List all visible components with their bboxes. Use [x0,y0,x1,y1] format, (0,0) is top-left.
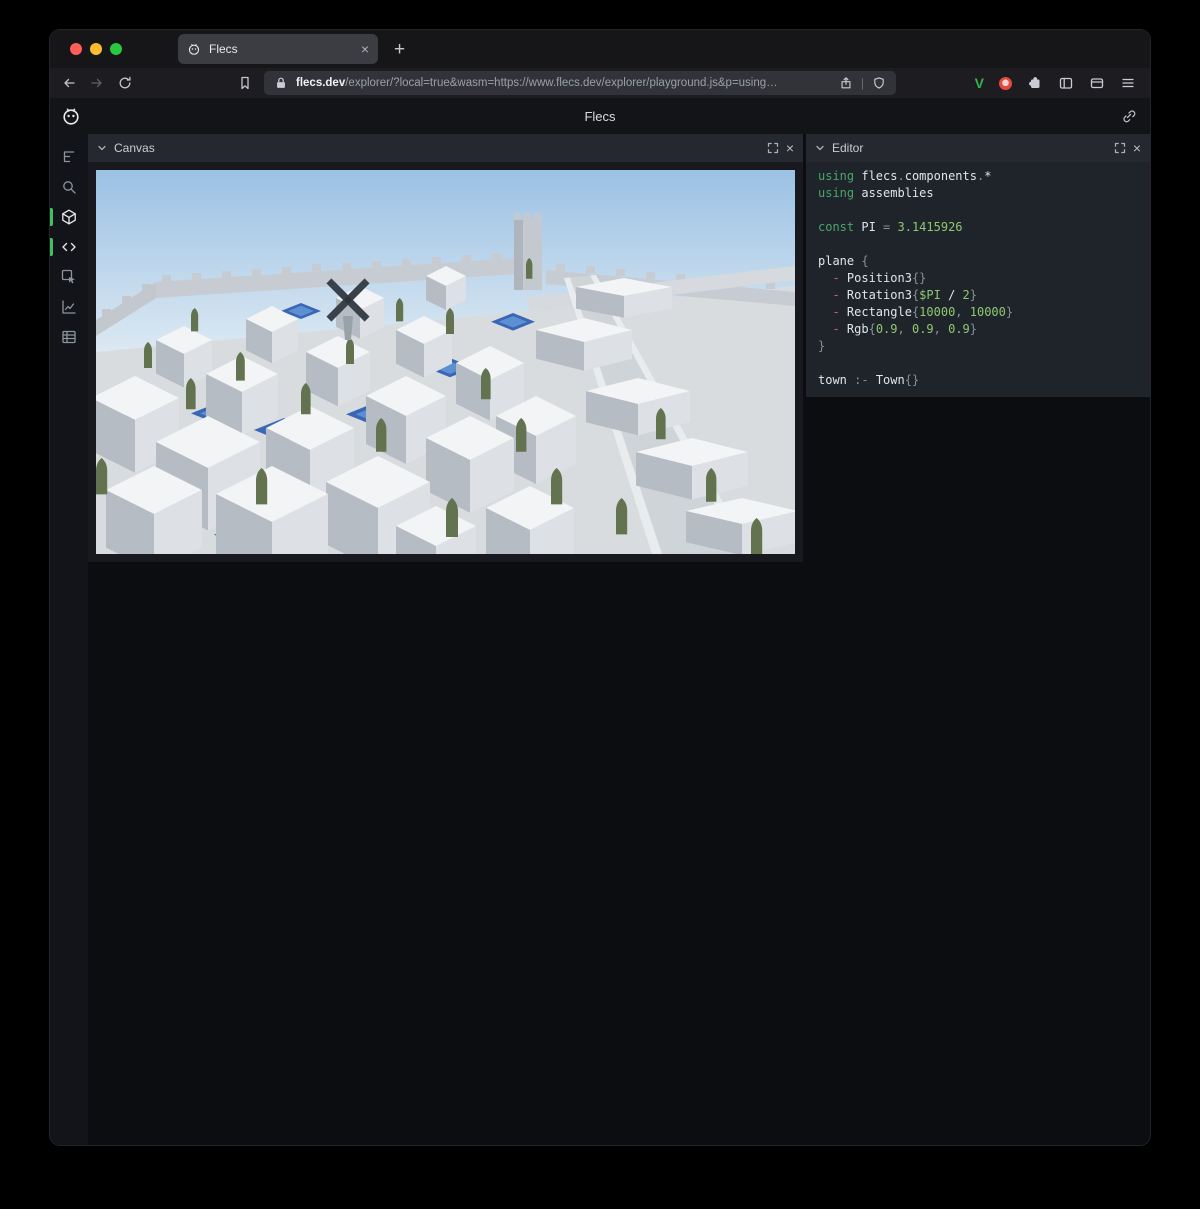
url-path: /explorer/?local=true&wasm=https://www.f… [345,77,777,89]
minimize-window-button[interactable] [90,43,102,55]
tab-title: Flecs [209,42,353,56]
sidebar-toggle-icon[interactable] [1058,75,1074,91]
extensions-puzzle-icon[interactable] [1027,75,1043,91]
close-window-button[interactable] [70,43,82,55]
editor-code[interactable]: using flecs.components.*using assemblies… [806,162,1150,389]
tab-bar: Flecs × + [50,30,1150,68]
sidebar-item-search[interactable] [50,172,88,202]
canvas-panel-header[interactable]: Canvas × [88,134,803,162]
sidebar-active-indicator [50,238,53,256]
flecs-favicon [187,42,201,56]
zoom-window-button[interactable] [110,43,122,55]
window-controls [50,43,138,55]
forward-icon[interactable] [88,74,106,92]
url-text: flecs.dev/explorer/?local=true&wasm=http… [296,77,778,89]
app-header: Flecs [50,98,1150,134]
toolbar-extensions: V [975,75,1140,91]
sidebar-active-indicator [50,208,53,226]
editor-panel-header[interactable]: Editor × [806,134,1150,162]
sidebar-item-inspect[interactable] [50,262,88,292]
canvas-panel: Canvas × [88,134,803,562]
flecs-logo-icon [61,106,81,126]
canvas-body [88,162,803,562]
vimium-extension-icon[interactable]: V [975,75,984,91]
sidebar-item-entities[interactable] [50,202,88,232]
close-icon[interactable]: × [1133,141,1141,155]
navigation-bar: flecs.dev/explorer/?local=true&wasm=http… [50,68,1150,98]
bookmark-icon[interactable] [236,74,254,92]
sidebar-item-code[interactable] [50,232,88,262]
sidebar-item-stats[interactable] [50,292,88,322]
page-title: Flecs [50,109,1150,124]
chevron-down-icon[interactable] [97,143,107,153]
permalink-icon[interactable] [1121,108,1137,124]
sidebar-item-queries[interactable] [50,322,88,352]
canvas-panel-title: Canvas [114,141,155,155]
back-icon[interactable] [60,74,78,92]
browser-window: Flecs × + flecs.dev/explorer/?local=true… [50,30,1150,1145]
shield-icon[interactable] [872,76,886,90]
divider: | [861,76,864,90]
fullscreen-icon[interactable] [1114,142,1126,154]
editor-panel: Editor × using flecs.components.*using a… [806,134,1150,397]
url-domain: flecs.dev [296,77,345,89]
reload-icon[interactable] [116,74,134,92]
wallet-card-icon[interactable] [1089,75,1105,91]
sidebar-item-tree[interactable] [50,142,88,172]
explorer-content: Canvas × [50,134,1150,1145]
editor-panel-title: Editor [832,141,863,155]
left-sidebar [50,134,88,1145]
tab-close-icon[interactable]: × [361,42,369,56]
close-icon[interactable]: × [786,141,794,155]
fullscreen-icon[interactable] [767,142,779,154]
menu-hamburger-icon[interactable] [1120,75,1136,91]
canvas-3d-scene[interactable] [96,170,795,554]
chevron-down-icon[interactable] [815,143,825,153]
share-icon[interactable] [839,76,853,90]
lock-icon[interactable] [274,76,288,90]
address-bar[interactable]: flecs.dev/explorer/?local=true&wasm=http… [264,71,896,95]
browser-tab[interactable]: Flecs × [178,34,378,64]
recorder-extension-icon[interactable] [999,77,1012,90]
new-tab-button[interactable]: + [394,40,405,59]
